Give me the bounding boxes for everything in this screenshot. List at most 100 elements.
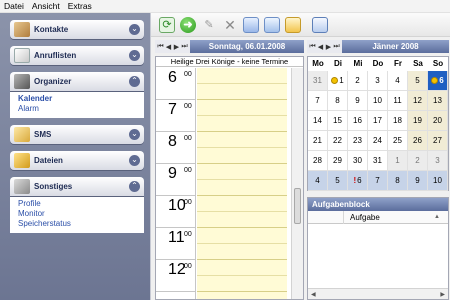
time-slot[interactable] — [197, 276, 287, 292]
next-icon[interactable]: ▶ — [173, 43, 180, 51]
day-cell[interactable]: 12 — [408, 91, 428, 111]
task-check-column[interactable] — [308, 210, 344, 224]
day-cell[interactable]: 27 — [428, 131, 448, 151]
time-slot[interactable] — [197, 180, 287, 196]
day-cell[interactable]: 11 — [388, 91, 408, 111]
time-slot[interactable] — [197, 228, 287, 244]
day-cell[interactable]: 4 — [308, 171, 328, 191]
day-cell[interactable]: 6 — [428, 71, 448, 91]
day-cell[interactable]: 4 — [388, 71, 408, 91]
sidebar-item-speicherstatus[interactable]: Speicherstatus — [18, 219, 136, 229]
task-scrollbar[interactable]: ◀ ▶ — [308, 288, 448, 299]
group-header-sonstiges[interactable]: Sonstiges ⌃ — [10, 177, 144, 196]
chevron-down-icon[interactable]: ⌄ — [129, 50, 140, 61]
time-slot[interactable] — [197, 68, 287, 84]
chevron-down-icon[interactable]: ⌄ — [129, 129, 140, 140]
new-event-icon[interactable] — [264, 16, 280, 33]
day-cell[interactable]: 15 — [328, 111, 348, 131]
last-icon[interactable]: ⏭ — [181, 43, 188, 51]
previous-icon[interactable]: ◀ — [165, 43, 172, 51]
chevron-up-icon[interactable]: ⌃ — [129, 181, 140, 192]
day-cell[interactable]: 8 — [328, 91, 348, 111]
list-view-icon[interactable] — [312, 16, 328, 33]
day-cell[interactable]: 17 — [368, 111, 388, 131]
last-icon[interactable]: ⏭ — [333, 43, 340, 51]
day-cell[interactable]: 30 — [348, 151, 368, 171]
group-header-sms[interactable]: SMS ⌄ — [10, 125, 144, 144]
time-slot[interactable] — [197, 196, 287, 212]
day-cell[interactable]: 18 — [388, 111, 408, 131]
time-slot[interactable] — [197, 164, 287, 180]
group-header-dateien[interactable]: Dateien ⌄ — [10, 151, 144, 170]
group-kontakte[interactable]: Kontakte ⌄ — [10, 20, 144, 39]
group-sonstiges[interactable]: Sonstiges ⌃ Profile Monitor Speicherstat… — [10, 177, 144, 233]
time-slot[interactable] — [197, 212, 287, 228]
time-slot[interactable] — [197, 84, 287, 100]
day-view[interactable]: Heilige Drei Könige - keine Termine 6 00 7… — [155, 56, 304, 300]
first-icon[interactable]: ⏮ — [309, 43, 316, 51]
new-appointment-icon[interactable] — [243, 16, 259, 33]
day-cell[interactable]: 10 — [428, 171, 448, 191]
day-cell[interactable]: 31 — [368, 151, 388, 171]
day-cell[interactable]: 2 — [408, 151, 428, 171]
day-cell[interactable]: 28 — [308, 151, 328, 171]
time-slot[interactable] — [197, 116, 287, 132]
chevron-up-icon[interactable]: ⌃ — [129, 76, 140, 87]
day-cell[interactable]: 19 — [408, 111, 428, 131]
day-cell[interactable]: 3 — [368, 71, 388, 91]
day-cell[interactable]: 8 — [388, 171, 408, 191]
time-slot[interactable] — [197, 132, 287, 148]
chevron-down-icon[interactable]: ⌄ — [129, 155, 140, 166]
day-cell[interactable]: 7 — [368, 171, 388, 191]
delete-icon[interactable]: ✕ — [222, 17, 238, 33]
day-cell[interactable]: 9 — [408, 171, 428, 191]
scroll-right-icon[interactable]: ▶ — [440, 291, 445, 298]
day-cell[interactable]: 29 — [328, 151, 348, 171]
sidebar-item-alarm[interactable]: Alarm — [18, 104, 136, 114]
day-cell[interactable]: 13 — [428, 91, 448, 111]
day-cell[interactable]: 5 — [408, 71, 428, 91]
day-cell[interactable]: 26 — [408, 131, 428, 151]
chevron-down-icon[interactable]: ⌄ — [129, 24, 140, 35]
day-cell[interactable]: 20 — [428, 111, 448, 131]
day-cell[interactable]: !6 — [348, 171, 368, 191]
group-dateien[interactable]: Dateien ⌄ — [10, 151, 144, 170]
day-cell[interactable]: 31 — [308, 71, 328, 91]
menu-datei[interactable]: Datei — [4, 1, 24, 11]
time-slot[interactable] — [197, 100, 287, 116]
first-icon[interactable]: ⏮ — [157, 43, 164, 51]
new-reminder-icon[interactable] — [285, 16, 301, 33]
time-slot[interactable] — [197, 244, 287, 260]
day-cell[interactable]: 22 — [328, 131, 348, 151]
group-header-organizer[interactable]: Organizer ⌃ — [10, 72, 144, 91]
sidebar-item-profile[interactable]: Profile — [18, 199, 136, 209]
day-cell[interactable]: 25 — [388, 131, 408, 151]
day-cell[interactable]: 24 — [368, 131, 388, 151]
day-cell[interactable]: 3 — [428, 151, 448, 171]
time-slot[interactable] — [197, 260, 287, 276]
menu-ansicht[interactable]: Ansicht — [32, 1, 60, 11]
edit-icon[interactable]: ✎ — [201, 17, 217, 33]
time-slot[interactable] — [197, 148, 287, 164]
day-cell[interactable]: 1 — [328, 71, 348, 91]
appointment-slots[interactable] — [197, 68, 287, 299]
group-header-anruflisten[interactable]: Anruflisten ⌄ — [10, 46, 144, 65]
group-header-kontakte[interactable]: Kontakte ⌄ — [10, 20, 144, 39]
next-icon[interactable]: ▶ — [325, 43, 332, 51]
sidebar-item-monitor[interactable]: Monitor — [18, 209, 136, 219]
day-cell[interactable]: 21 — [308, 131, 328, 151]
day-cell[interactable]: 10 — [368, 91, 388, 111]
day-scrollbar[interactable] — [291, 68, 303, 299]
group-sms[interactable]: SMS ⌄ — [10, 125, 144, 144]
previous-icon[interactable]: ◀ — [317, 43, 324, 51]
day-cell[interactable]: 7 — [308, 91, 328, 111]
menu-extras[interactable]: Extras — [68, 1, 92, 11]
day-cell[interactable]: 14 — [308, 111, 328, 131]
sidebar-item-kalender[interactable]: Kalender — [18, 94, 136, 104]
day-cell[interactable]: 9 — [348, 91, 368, 111]
day-cell[interactable]: 16 — [348, 111, 368, 131]
day-cell[interactable]: 23 — [348, 131, 368, 151]
scroll-thumb[interactable] — [294, 188, 301, 224]
task-column-aufgabe[interactable]: Aufgabe — [344, 213, 434, 222]
refresh-icon[interactable]: ⟳ — [159, 16, 175, 33]
